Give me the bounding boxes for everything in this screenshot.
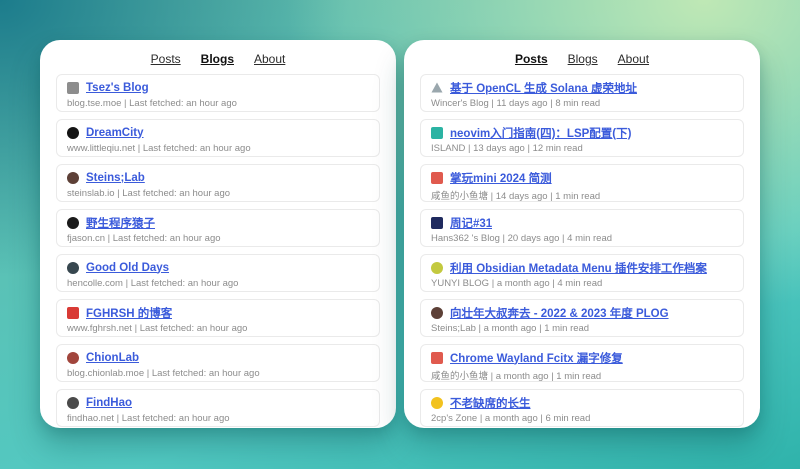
post-meta: Steins;Lab | a month ago | 1 min read — [431, 323, 733, 334]
post-meta: 2cp's Zone | a month ago | 6 min read — [431, 413, 733, 424]
nav-blogs[interactable]: Blogs — [568, 52, 598, 66]
post-list-item: neovim入门指南(四)：LSP配置(下) ISLAND | 13 days … — [420, 119, 744, 157]
nav-posts[interactable]: Posts — [151, 52, 181, 66]
blog-meta: steinslab.io | Last fetched: an hour ago — [67, 188, 369, 199]
post-meta: YUNYI BLOG | a month ago | 4 min read — [431, 278, 733, 289]
post-link[interactable]: neovim入门指南(四)：LSP配置(下) — [450, 125, 631, 141]
blog-meta: www.littleqiu.net | Last fetched: an hou… — [67, 143, 369, 154]
blog-link[interactable]: 野生程序猿子 — [86, 215, 155, 231]
left-nav: Posts Blogs About — [56, 48, 380, 74]
post-meta: Wincer's Blog | 11 days ago | 8 min read — [431, 98, 733, 109]
blog-link[interactable]: Steins;Lab — [86, 172, 145, 184]
blogs-panel: Posts Blogs About Tsez's Blog blog.tse.m… — [40, 40, 396, 428]
post-favicon-icon — [431, 352, 443, 364]
blog-link[interactable]: Good Old Days — [86, 262, 169, 274]
post-favicon-icon — [431, 82, 443, 94]
blog-meta: blog.tse.moe | Last fetched: an hour ago — [67, 98, 369, 109]
post-link[interactable]: 掌玩mini 2024 简测 — [450, 170, 552, 186]
post-favicon-icon — [431, 172, 443, 184]
blog-list-item: FindHao findhao.net | Last fetched: an h… — [56, 389, 380, 427]
post-favicon-icon — [431, 307, 443, 319]
post-list-item: 基于 OpenCL 生成 Solana 虚荣地址 Wincer's Blog |… — [420, 74, 744, 112]
blog-favicon-icon — [67, 217, 79, 229]
post-list-item: 利用 Obsidian Metadata Menu 插件安排工作档案 YUNYI… — [420, 254, 744, 292]
post-list-item: Chrome Wayland Fcitx 漏字修复 咸鱼的小鱼塘 | a mon… — [420, 344, 744, 382]
post-favicon-icon — [431, 397, 443, 409]
blog-favicon-icon — [67, 127, 79, 139]
post-list-item: 向壮年大叔奔去 - 2022 & 2023 年度 PLOG Steins;Lab… — [420, 299, 744, 337]
post-favicon-icon — [431, 262, 443, 274]
blog-link[interactable]: FGHRSH 的博客 — [86, 305, 172, 321]
right-nav: Posts Blogs About — [420, 48, 744, 74]
blog-meta: hencolle.com | Last fetched: an hour ago — [67, 278, 369, 289]
nav-posts[interactable]: Posts — [515, 52, 548, 66]
blog-meta: findhao.net | Last fetched: an hour ago — [67, 413, 369, 424]
post-favicon-icon — [431, 127, 443, 139]
post-link[interactable]: Chrome Wayland Fcitx 漏字修复 — [450, 350, 623, 366]
blog-favicon-icon — [67, 397, 79, 409]
blog-meta: www.fghrsh.net | Last fetched: an hour a… — [67, 323, 369, 334]
post-favicon-icon — [431, 217, 443, 229]
blog-favicon-icon — [67, 307, 79, 319]
posts-panel: Posts Blogs About 基于 OpenCL 生成 Solana 虚荣… — [404, 40, 760, 428]
post-meta: Hans362 's Blog | 20 days ago | 4 min re… — [431, 233, 733, 244]
blog-favicon-icon — [67, 172, 79, 184]
blog-list-item: DreamCity www.littleqiu.net | Last fetch… — [56, 119, 380, 157]
post-link[interactable]: 利用 Obsidian Metadata Menu 插件安排工作档案 — [450, 260, 707, 276]
blog-meta: blog.chionlab.moe | Last fetched: an hou… — [67, 368, 369, 379]
blog-link[interactable]: FindHao — [86, 397, 132, 409]
post-link[interactable]: 基于 OpenCL 生成 Solana 虚荣地址 — [450, 80, 637, 96]
blog-link[interactable]: DreamCity — [86, 127, 144, 139]
nav-blogs[interactable]: Blogs — [201, 52, 234, 66]
blog-list-item: ChionLab blog.chionlab.moe | Last fetche… — [56, 344, 380, 382]
blog-link[interactable]: ChionLab — [86, 352, 139, 364]
blog-meta: fjason.cn | Last fetched: an hour ago — [67, 233, 369, 244]
blog-link[interactable]: Tsez's Blog — [86, 82, 149, 94]
post-link[interactable]: 不老缺席的长生 — [450, 395, 531, 411]
blog-list-item: FGHRSH 的博客 www.fghrsh.net | Last fetched… — [56, 299, 380, 337]
blog-list-item: Good Old Days hencolle.com | Last fetche… — [56, 254, 380, 292]
post-list-item: 掌玩mini 2024 简测 咸鱼的小鱼塘 | 14 days ago | 1 … — [420, 164, 744, 202]
blog-list-item: Steins;Lab steinslab.io | Last fetched: … — [56, 164, 380, 202]
blog-favicon-icon — [67, 352, 79, 364]
blog-list-item: 野生程序猿子 fjason.cn | Last fetched: an hour… — [56, 209, 380, 247]
post-link[interactable]: 周记#31 — [450, 215, 492, 231]
post-meta: ISLAND | 13 days ago | 12 min read — [431, 143, 733, 154]
post-meta: 咸鱼的小鱼塘 | 14 days ago | 1 min read — [431, 188, 733, 202]
post-link[interactable]: 向壮年大叔奔去 - 2022 & 2023 年度 PLOG — [450, 305, 669, 321]
post-list-item: 不老缺席的长生 2cp's Zone | a month ago | 6 min… — [420, 389, 744, 427]
blog-favicon-icon — [67, 262, 79, 274]
post-meta: 咸鱼的小鱼塘 | a month ago | 1 min read — [431, 368, 733, 382]
blog-favicon-icon — [67, 82, 79, 94]
nav-about[interactable]: About — [254, 52, 285, 66]
blog-list-item: Tsez's Blog blog.tse.moe | Last fetched:… — [56, 74, 380, 112]
post-list-item: 周记#31 Hans362 's Blog | 20 days ago | 4 … — [420, 209, 744, 247]
nav-about[interactable]: About — [618, 52, 649, 66]
